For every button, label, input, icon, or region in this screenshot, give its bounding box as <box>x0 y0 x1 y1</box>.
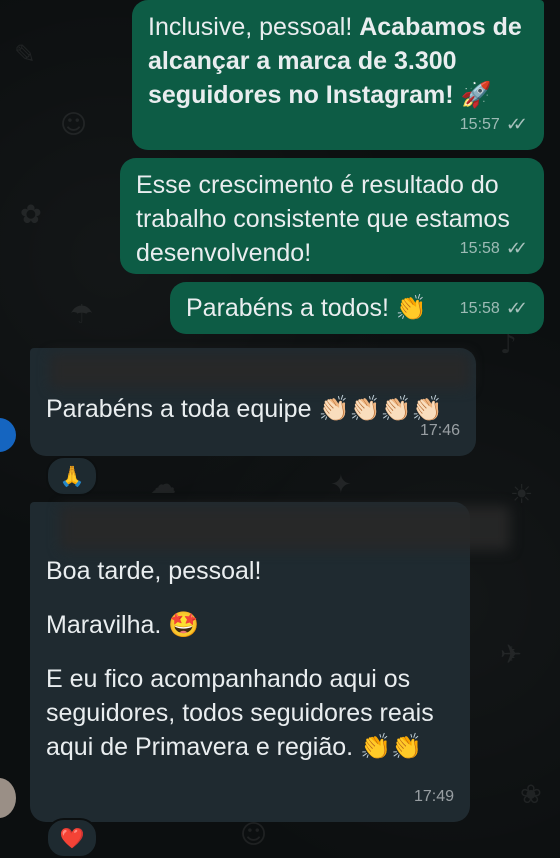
star-struck-icon: 🤩 <box>168 610 200 639</box>
doodle-icon: ☀ <box>510 480 534 510</box>
message-time: 15:58 <box>459 300 500 317</box>
message-text: Parabéns a toda equipe 👏🏻👏🏻👏🏻👏🏻 <box>46 394 443 423</box>
doodle-icon: ✈ <box>500 640 522 670</box>
message-line: E eu fico acompanhando aqui os seguidore… <box>46 665 434 761</box>
double-check-icon: ✓✓ <box>505 114 528 135</box>
message-line: Boa tarde, pessoal! <box>46 557 262 585</box>
folded-hands-icon: 🙏 <box>59 464 85 488</box>
doodle-icon: ✎ <box>14 40 36 70</box>
message-meta: 17:46 <box>420 414 460 448</box>
message-meta: 15:58 ✓✓ <box>460 292 528 326</box>
message-text: Boa tarde, pessoal! Maravilha. 🤩 E eu fi… <box>46 554 458 764</box>
message-bubble-outgoing[interactable]: Parabéns a todos! 👏 15:58 ✓✓ <box>170 282 544 334</box>
doodle-icon: ✦ <box>330 470 352 500</box>
avatar[interactable] <box>0 418 16 452</box>
clapping-hands-icon: 👏👏 <box>360 732 423 761</box>
rocket-icon: 🚀 <box>460 80 492 109</box>
doodle-icon: ☁ <box>150 470 176 500</box>
sender-name-redacted <box>60 506 510 550</box>
message-meta: 17:49 <box>414 780 454 814</box>
doodle-icon: ❀ <box>520 780 542 810</box>
doodle-icon: ☺ <box>240 820 268 850</box>
message-meta: 15:58 ✓✓ <box>460 232 528 266</box>
message-bubble-incoming[interactable]: Parabéns a toda equipe 👏🏻👏🏻👏🏻👏🏻 17:46 <box>30 348 476 456</box>
doodle-icon: ☺ <box>60 110 88 140</box>
chat-window: ✎ ☺ ✿ ☂ ♪ ☀ ✈ ☁ ✦ ☺ ❀ Inclusive, pessoal… <box>0 0 560 858</box>
message-bubble-outgoing[interactable]: Esse crescimento é resultado do trabalho… <box>120 158 544 274</box>
double-check-icon: ✓✓ <box>505 238 528 259</box>
clapping-hands-icon: 👏 <box>395 293 428 322</box>
heart-icon: ❤️ <box>59 826 85 850</box>
message-time: 15:57 <box>459 116 500 133</box>
message-bubble-outgoing[interactable]: Inclusive, pessoal! Acabamos de alcançar… <box>132 0 544 150</box>
double-check-icon: ✓✓ <box>505 298 528 319</box>
message-time: 15:58 <box>459 240 500 257</box>
reaction-badge[interactable]: ❤️ <box>46 818 98 858</box>
message-line: Maravilha. 🤩 <box>46 610 200 639</box>
message-bubble-incoming[interactable]: Boa tarde, pessoal! Maravilha. 🤩 E eu fi… <box>30 502 510 822</box>
doodle-icon: ✿ <box>20 200 42 230</box>
message-time: 17:46 <box>419 422 460 439</box>
sender-name-redacted <box>50 354 470 388</box>
doodle-icon: ♪ <box>500 330 517 360</box>
avatar[interactable] <box>0 778 16 818</box>
doodle-icon: ☂ <box>70 300 94 330</box>
message-text: Inclusive, pessoal! Acabamos de alcançar… <box>148 13 522 109</box>
reaction-badge[interactable]: 🙏 <box>46 456 98 496</box>
message-meta: 15:57 ✓✓ <box>460 108 528 142</box>
message-time: 17:49 <box>413 788 454 805</box>
